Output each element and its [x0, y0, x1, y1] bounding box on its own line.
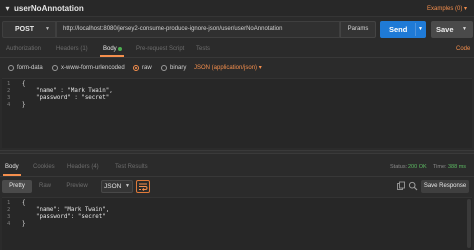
code-line: }: [22, 221, 26, 227]
tab-response-body[interactable]: Body: [5, 163, 19, 171]
copy-icon[interactable]: [396, 181, 406, 191]
code-line: }: [22, 102, 26, 108]
status-value: 200 OK: [408, 164, 427, 170]
save-response-button[interactable]: Save Response: [421, 180, 469, 193]
preview-button[interactable]: Preview: [60, 180, 94, 193]
time-label: Time:: [433, 164, 447, 170]
raw-button[interactable]: Raw: [33, 180, 57, 193]
chevron-down-icon[interactable]: ▾: [3, 4, 12, 13]
scrollbar[interactable]: [467, 199, 471, 248]
status-label: Status:: [390, 164, 408, 170]
content-type-select[interactable]: JSON (application/json) ▾: [194, 64, 262, 72]
line-number: 1: [7, 81, 11, 87]
radio-label-raw[interactable]: raw: [142, 64, 152, 72]
line-number: 4: [7, 102, 11, 108]
wrap-lines-icon[interactable]: [138, 182, 148, 191]
radio-label-binary[interactable]: binary: [170, 64, 186, 72]
params-button[interactable]: Params: [340, 21, 376, 38]
code-line: {: [22, 81, 26, 87]
code-line: "name" : "Mark Twain",: [22, 88, 113, 94]
code-line: "password": "secret": [22, 214, 106, 220]
tab-body[interactable]: Body: [103, 45, 117, 53]
send-label[interactable]: Send: [389, 25, 407, 34]
code-line: "password" : "secret": [22, 95, 110, 101]
radio-label-form-data[interactable]: form-data: [17, 64, 43, 72]
tab-pre-request-script[interactable]: Pre-request Script: [136, 45, 184, 53]
line-number: 1: [7, 200, 11, 206]
chevron-down-icon[interactable]: ▼: [44, 26, 51, 33]
body-indicator-dot: [118, 47, 122, 51]
line-number: 4: [7, 221, 11, 227]
radio-binary[interactable]: [161, 65, 167, 71]
tab-cookies[interactable]: Cookies: [33, 163, 55, 171]
send-divider: [415, 23, 416, 36]
pane-resize-handle[interactable]: [0, 150, 474, 154]
radio-form-data[interactable]: [8, 65, 14, 71]
chevron-down-icon[interactable]: ▼: [461, 26, 468, 33]
line-number: 3: [7, 95, 11, 101]
code-line: "name": "Mark Twain",: [22, 207, 110, 213]
method-label[interactable]: POST: [15, 25, 34, 34]
radio-raw[interactable]: [133, 65, 139, 71]
radio-urlencoded[interactable]: [52, 65, 58, 71]
request-name[interactable]: userNoAnnotation: [14, 3, 84, 14]
code-line: {: [22, 200, 26, 206]
radio-label-urlencoded[interactable]: x-www-form-urlencoded: [61, 64, 125, 72]
examples-dropdown[interactable]: Examples (0) ▾: [427, 5, 467, 13]
format-label[interactable]: JSON: [104, 182, 121, 191]
code-link[interactable]: Code: [456, 45, 470, 53]
tab-response-headers[interactable]: Headers (4): [67, 163, 99, 171]
response-body-viewer[interactable]: [2, 197, 472, 250]
search-icon[interactable]: [408, 181, 418, 191]
divider: [0, 176, 474, 177]
chevron-down-icon[interactable]: ▼: [417, 26, 424, 33]
save-label[interactable]: Save: [436, 25, 454, 34]
tab-test-results[interactable]: Test Results: [115, 163, 148, 171]
line-number: 3: [7, 214, 11, 220]
line-number: 2: [7, 207, 11, 213]
time-value: 388 ms: [448, 164, 467, 170]
url-input[interactable]: http://localhost:8080/jersey2-consume-pr…: [56, 21, 340, 38]
pretty-button[interactable]: Pretty: [2, 180, 32, 193]
tab-headers[interactable]: Headers (1): [56, 45, 88, 53]
chevron-down-icon[interactable]: ▼: [124, 183, 131, 190]
tab-tests[interactable]: Tests: [196, 45, 210, 53]
line-number: 2: [7, 88, 11, 94]
tab-authorization[interactable]: Authorization: [6, 45, 41, 53]
divider: [0, 57, 474, 58]
